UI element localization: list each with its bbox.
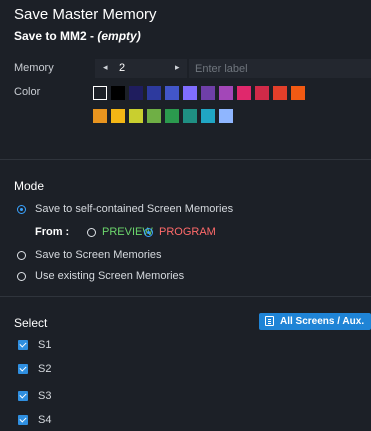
divider — [0, 159, 371, 160]
color-swatch[interactable] — [129, 86, 143, 100]
mode-option-self-contained-radio[interactable] — [17, 205, 26, 214]
select-title: Select — [14, 316, 48, 330]
memory-stepper[interactable]: ◂ 2 ▸ — [95, 59, 187, 78]
color-swatch[interactable] — [183, 109, 197, 123]
all-screens-aux-label: All Screens / Aux. — [280, 316, 365, 327]
screen-s2-label[interactable]: S2 — [38, 363, 51, 375]
screen-s4-label[interactable]: S4 — [38, 414, 51, 426]
mode-option-screen-memories-radio[interactable] — [17, 251, 26, 260]
memory-value: 2 — [119, 62, 126, 74]
all-screens-aux-button[interactable]: All Screens / Aux. — [259, 313, 371, 330]
subtitle-state: (empty) — [97, 29, 141, 43]
color-swatch[interactable] — [219, 109, 233, 123]
chevron-right-icon[interactable]: ▸ — [175, 62, 180, 73]
dialog-title: Save Master Memory — [14, 6, 157, 23]
divider — [0, 296, 371, 297]
dialog-subtitle: Save to MM2 - (empty) — [14, 29, 141, 43]
memory-label: Memory — [14, 62, 54, 74]
color-swatch[interactable] — [237, 86, 251, 100]
list-icon — [265, 316, 274, 326]
from-program-label[interactable]: PROGRAM — [159, 226, 216, 238]
color-swatch[interactable] — [165, 86, 179, 100]
mode-option-existing-radio[interactable] — [17, 272, 26, 281]
color-swatch[interactable] — [93, 109, 107, 123]
color-swatch[interactable] — [183, 86, 197, 100]
screen-s1-label[interactable]: S1 — [38, 339, 51, 351]
subtitle-prefix: Save to MM2 - — [14, 29, 98, 43]
color-swatch[interactable] — [147, 109, 161, 123]
color-swatch[interactable] — [291, 86, 305, 100]
color-swatch[interactable] — [147, 86, 161, 100]
mode-option-screen-memories-label[interactable]: Save to Screen Memories — [35, 249, 162, 261]
memory-label-input[interactable] — [189, 59, 371, 78]
mode-option-self-contained-label[interactable]: Save to self-contained Screen Memories — [35, 203, 233, 215]
from-preview-radio[interactable] — [87, 228, 96, 237]
color-label: Color — [14, 86, 41, 98]
color-swatch[interactable] — [255, 86, 269, 100]
chevron-left-icon[interactable]: ◂ — [103, 62, 108, 73]
screen-s3-label[interactable]: S3 — [38, 390, 51, 402]
from-label: From : — [35, 226, 70, 238]
mode-option-existing-label[interactable]: Use existing Screen Memories — [35, 270, 184, 282]
color-swatch[interactable] — [219, 86, 233, 100]
screen-s4-checkbox[interactable] — [18, 415, 28, 425]
color-swatch[interactable] — [111, 109, 125, 123]
screen-s3-checkbox[interactable] — [18, 391, 28, 401]
color-swatch[interactable] — [201, 86, 215, 100]
color-swatch[interactable] — [111, 86, 125, 100]
color-swatch[interactable] — [273, 86, 287, 100]
color-swatch[interactable] — [129, 109, 143, 123]
screen-s1-checkbox[interactable] — [18, 340, 28, 350]
color-swatch[interactable] — [201, 109, 215, 123]
mode-title: Mode — [14, 179, 45, 193]
from-program-radio[interactable] — [144, 228, 153, 237]
color-swatch[interactable] — [165, 109, 179, 123]
screen-s2-checkbox[interactable] — [18, 364, 28, 374]
color-swatch[interactable] — [93, 86, 107, 100]
